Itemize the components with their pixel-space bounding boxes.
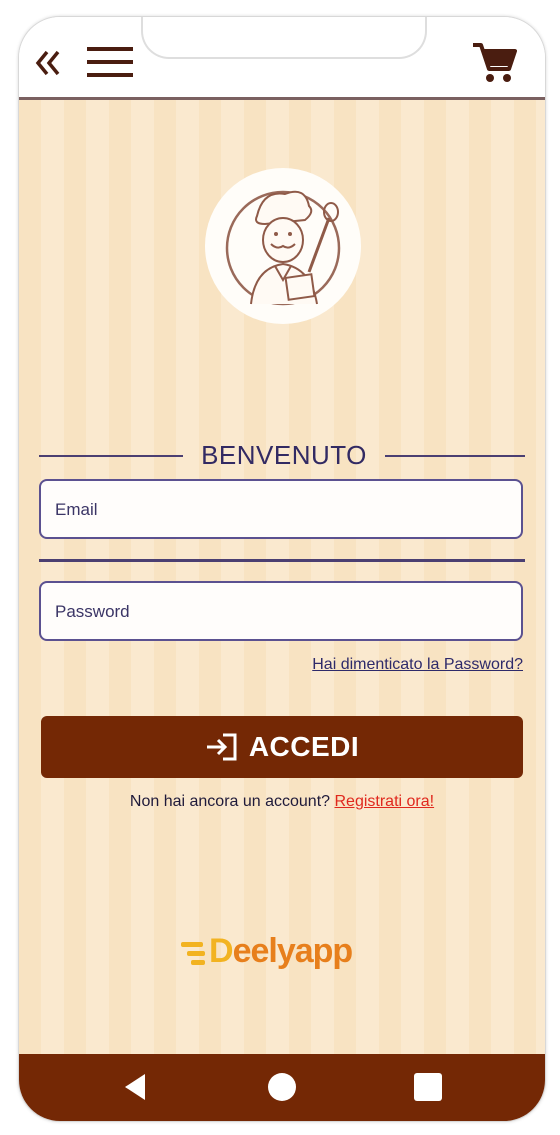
no-account-text: Non hai ancora un account? xyxy=(129,793,331,810)
device-notch xyxy=(141,17,427,59)
speed-lines-icon xyxy=(181,942,205,965)
welcome-rule-left xyxy=(39,455,183,457)
password-field[interactable] xyxy=(39,581,523,641)
welcome-title: BENVENUTO xyxy=(201,440,367,470)
login-screen: BENVENUTO Hai dimenticato la Password? A… xyxy=(19,100,545,1054)
login-button[interactable]: ACCEDI xyxy=(41,716,523,778)
chef-illustration-icon xyxy=(225,190,341,306)
square-recents-icon[interactable] xyxy=(413,1072,443,1102)
shopping-cart-icon[interactable] xyxy=(471,41,517,85)
forgot-password-link[interactable]: Hai dimenticato la Password? xyxy=(312,656,523,674)
email-input[interactable] xyxy=(53,481,513,539)
brand-letter-d: D xyxy=(209,932,234,970)
double-chevron-left-icon[interactable] xyxy=(35,49,61,77)
email-field[interactable] xyxy=(39,479,523,539)
triangle-back-icon[interactable] xyxy=(121,1072,149,1102)
phone-frame: BENVENUTO Hai dimenticato la Password? A… xyxy=(18,16,546,1122)
password-input[interactable] xyxy=(53,583,513,641)
register-prompt: Non hai ancora un account? Registrati or… xyxy=(19,793,545,811)
deelyapp-logo: Deelyapp xyxy=(179,928,389,978)
circle-home-icon[interactable] xyxy=(267,1072,297,1102)
brand-letters-rest: eelyapp xyxy=(232,932,354,970)
welcome-heading: BENVENUTO xyxy=(39,438,525,472)
android-nav-bar xyxy=(19,1054,545,1121)
welcome-rule-right xyxy=(385,455,525,457)
login-button-label: ACCEDI xyxy=(248,731,360,762)
chef-logo xyxy=(205,168,361,324)
register-link[interactable]: Registrati ora! xyxy=(335,793,435,810)
sign-in-icon xyxy=(206,733,237,761)
hamburger-icon[interactable] xyxy=(87,45,133,79)
form-divider xyxy=(39,559,525,562)
brand-wordmark: Deelyapp xyxy=(209,932,354,971)
